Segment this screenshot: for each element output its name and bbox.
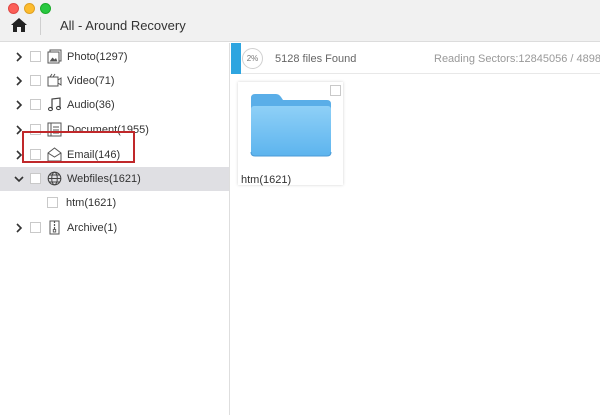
zoom-window-button[interactable] (40, 3, 51, 14)
video-icon (47, 73, 62, 87)
photo-icon (47, 49, 62, 64)
checkbox-htm[interactable] (47, 197, 58, 208)
archive-icon (49, 220, 60, 235)
sidebar-item-label: htm(1621) (66, 197, 117, 209)
close-window-button[interactable] (8, 3, 19, 14)
title-bar: All - Around Recovery (0, 0, 600, 42)
title-separator (40, 17, 41, 35)
sidebar-item-label: Webfiles(1621) (67, 173, 141, 185)
chevron-right-icon[interactable] (14, 52, 24, 62)
category-sidebar: Photo(1297) Video(71) Audio(36) Document… (0, 43, 230, 415)
chevron-right-icon[interactable] (14, 76, 24, 86)
sidebar-item-photo[interactable]: Photo(1297) (0, 45, 229, 69)
window-title: All - Around Recovery (60, 18, 186, 33)
checkbox-photo[interactable] (30, 51, 41, 62)
sidebar-item-audio[interactable]: Audio(36) (0, 93, 229, 117)
chevron-down-icon[interactable] (14, 174, 24, 184)
folder-tile-label: htm(1621) (241, 174, 292, 186)
sidebar-item-label: Video(71) (67, 75, 115, 87)
reading-sectors-status: Reading Sectors:12845056 / 4898250 (434, 53, 600, 65)
checkbox-webfiles[interactable] (30, 173, 41, 184)
folder-icon (250, 94, 332, 157)
home-icon[interactable] (10, 17, 28, 33)
scan-status-bar: 2% 5128 files Found Reading Sectors:1284… (231, 43, 600, 74)
sidebar-item-archive[interactable]: Archive(1) (0, 216, 229, 240)
sidebar-item-label: Audio(36) (67, 99, 115, 111)
scan-progress-accent (231, 43, 241, 74)
checkbox-video[interactable] (30, 75, 41, 86)
progress-indicator: 2% (242, 48, 263, 69)
sidebar-item-label: Photo(1297) (67, 51, 128, 63)
results-panel: 2% 5128 files Found Reading Sectors:1284… (231, 43, 600, 415)
sidebar-item-video[interactable]: Video(71) (0, 69, 229, 93)
music-note-icon (47, 97, 62, 112)
checkbox-audio[interactable] (30, 99, 41, 110)
chevron-right-icon[interactable] (14, 223, 24, 233)
highlight-annotation-box (22, 131, 135, 163)
sidebar-item-label: Archive(1) (67, 222, 118, 234)
checkbox-archive[interactable] (30, 222, 41, 233)
sidebar-subitem-htm[interactable]: htm(1621) (0, 191, 229, 215)
globe-icon (47, 171, 62, 186)
minimize-window-button[interactable] (24, 3, 35, 14)
files-found-count: 5128 files Found (275, 53, 357, 65)
folder-tile-htm[interactable]: htm(1621) (238, 82, 343, 186)
chevron-right-icon[interactable] (14, 100, 24, 110)
sidebar-item-webfiles[interactable]: Webfiles(1621) (0, 167, 229, 191)
